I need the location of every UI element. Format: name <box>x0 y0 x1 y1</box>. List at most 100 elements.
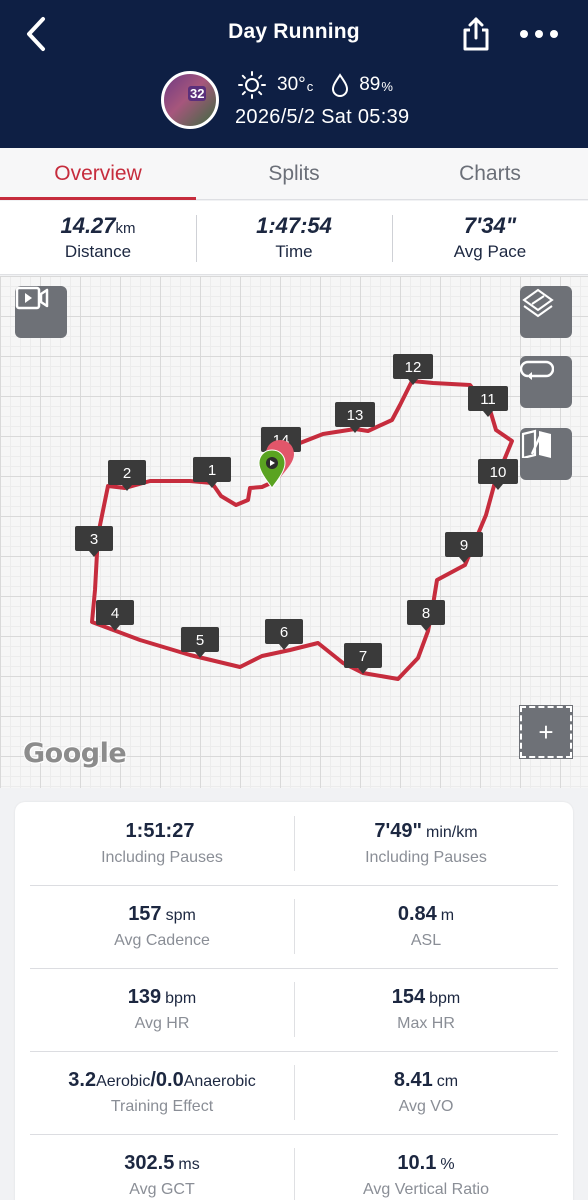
stat-label: ASL <box>410 932 442 949</box>
stat-value: 157 <box>128 903 162 925</box>
km-marker-4-label: 4 <box>111 605 119 622</box>
km-marker-9[interactable]: 9 <box>445 532 483 563</box>
avatar[interactable]: 32 <box>161 71 219 129</box>
humidity-unit: % <box>381 79 393 94</box>
time-label: Time <box>275 242 313 261</box>
stat-value: 0.84 <box>397 903 437 925</box>
km-marker-12[interactable]: 12 <box>393 354 433 385</box>
share-button[interactable] <box>458 14 494 54</box>
stat-unit-2: Anaerobic <box>183 1073 256 1090</box>
map-style-button[interactable] <box>520 286 572 338</box>
loop-icon <box>520 360 554 380</box>
km-marker-3-label: 3 <box>90 531 98 548</box>
km-marker-12-label: 12 <box>405 359 422 376</box>
km-marker-10[interactable]: 10 <box>478 459 518 490</box>
stat-value: 1:51:27 <box>125 820 195 842</box>
pace-value: 7'34" <box>463 213 517 238</box>
summary-bar: 14.27km Distance 1:47:54 Time 7'34" Avg … <box>0 201 588 275</box>
stat-value: 8.41 <box>393 1069 433 1091</box>
stat-avg-vo: 8.41 cm Avg VO <box>294 1051 558 1134</box>
stat-value-row: 302.5 ms <box>124 1152 199 1175</box>
tab-splits[interactable]: Splits <box>196 148 392 199</box>
km-marker-8-label: 8 <box>422 605 430 622</box>
humidity-drop-icon <box>331 73 349 97</box>
stat-unit: m <box>440 907 455 924</box>
more-options-button[interactable] <box>514 18 564 50</box>
route-map-canvas: 1 2 3 4 5 6 7 8 9 10 11 12 13 14 <box>75 354 518 681</box>
stat-total-time: 1:51:27 Including Pauses <box>30 802 294 885</box>
loop-view-button[interactable] <box>520 356 572 408</box>
stat-label: Including Pauses <box>101 849 223 866</box>
google-attribution: Google <box>23 738 127 769</box>
stat-value-row: 0.84 m <box>398 903 454 926</box>
stat-value: 139 <box>127 986 162 1008</box>
stat-value-row: 139 bpm <box>128 986 197 1009</box>
tab-overview[interactable]: Overview <box>0 148 196 200</box>
stat-unit: bpm <box>165 990 197 1007</box>
stat-value-row: 157 spm <box>128 903 196 926</box>
more-dots-icon <box>520 30 558 38</box>
km-marker-6-label: 6 <box>280 624 288 641</box>
stat-value: 154 <box>391 986 426 1008</box>
stat-avg-hr: 139 bpm Avg HR <box>30 968 294 1051</box>
stat-label: Including Pauses <box>365 849 487 866</box>
weather-info: 30° c 89 % <box>237 70 393 100</box>
km-marker-11[interactable]: 11 <box>468 386 508 417</box>
stat-label: Avg GCT <box>129 1181 195 1198</box>
humidity-value: 89 <box>359 74 381 95</box>
stat-max-hr: 154 bpm Max HR <box>294 968 558 1051</box>
map-split-view-button[interactable] <box>520 428 572 480</box>
stat-unit: % <box>440 1156 455 1173</box>
share-icon <box>463 17 489 51</box>
page-title: Day Running <box>228 20 360 43</box>
activity-datetime: 2026/5/2 Sat 05:39 <box>235 106 410 128</box>
distance-value-row: 14.27km <box>60 213 135 239</box>
map-layers-icon <box>522 288 554 318</box>
pace-label: Avg Pace <box>453 242 527 261</box>
tab-charts[interactable]: Charts <box>392 148 588 199</box>
stat-value: 3.2 <box>68 1069 97 1091</box>
km-marker-10-label: 10 <box>490 464 507 481</box>
time-value: 1:47:54 <box>256 213 332 238</box>
split-map-icon <box>521 429 551 458</box>
distance-label: Distance <box>64 242 132 261</box>
km-marker-2-label: 2 <box>123 465 131 482</box>
stat-value-2: /0.0 <box>150 1069 184 1091</box>
stats-row: 302.5 ms Avg GCT 10.1% Avg Vertical Ratio <box>30 1134 558 1200</box>
km-marker-7[interactable]: 7 <box>344 643 382 674</box>
stat-unit: Aerobic <box>96 1073 151 1090</box>
km-marker-3[interactable]: 3 <box>75 526 113 557</box>
add-button[interactable]: + <box>519 705 573 759</box>
header-bar: Day Running 32 30° c 89 % 2026/5/2 Sat 0… <box>0 0 588 148</box>
temperature-value: 30° <box>277 74 306 95</box>
stat-avg-vertical-ratio: 10.1% Avg Vertical Ratio <box>294 1134 558 1200</box>
stats-row: 1:51:27 Including Pauses 7'49" min/km Inc… <box>30 802 558 885</box>
stat-value-row: 154 bpm <box>392 986 461 1009</box>
sun-icon <box>237 70 267 100</box>
stat-label: Max HR <box>397 1015 455 1032</box>
stat-label: Avg Vertical Ratio <box>363 1181 489 1198</box>
stat-label: Avg Cadence <box>114 932 210 949</box>
stat-unit: ms <box>178 1156 200 1173</box>
stat-asl: 0.84 m ASL <box>294 885 558 968</box>
summary-distance: 14.27km Distance <box>0 201 196 274</box>
stats-row: 3.2Aerobic/0.0Anaerobic Training Effect … <box>30 1051 558 1134</box>
summary-time: 1:47:54 Time <box>196 201 392 274</box>
km-marker-11-label: 11 <box>480 391 496 408</box>
stat-label: Avg HR <box>134 1015 190 1032</box>
tab-bar: Overview Splits Charts <box>0 148 588 200</box>
stat-value-row: 1:51:27 <box>126 820 199 843</box>
stat-value: 302.5 <box>124 1152 175 1174</box>
stat-unit: min/km <box>426 824 478 841</box>
stat-value-row: 7'49" min/km <box>374 820 477 843</box>
stat-value: 10.1 <box>397 1152 437 1174</box>
start-pin-icon[interactable] <box>258 449 286 489</box>
stat-value-row: 8.41 cm <box>394 1069 458 1092</box>
route-map[interactable]: 1 2 3 4 5 6 7 8 9 10 11 12 13 14 <box>0 276 588 788</box>
stat-training-effect: 3.2Aerobic/0.0Anaerobic Training Effect <box>30 1051 294 1134</box>
video-replay-button[interactable] <box>15 286 67 338</box>
km-marker-6[interactable]: 6 <box>265 619 303 650</box>
km-marker-8[interactable]: 8 <box>407 600 445 631</box>
km-marker-13-label: 13 <box>347 407 364 424</box>
stat-avg-cadence: 157 spm Avg Cadence <box>30 885 294 968</box>
